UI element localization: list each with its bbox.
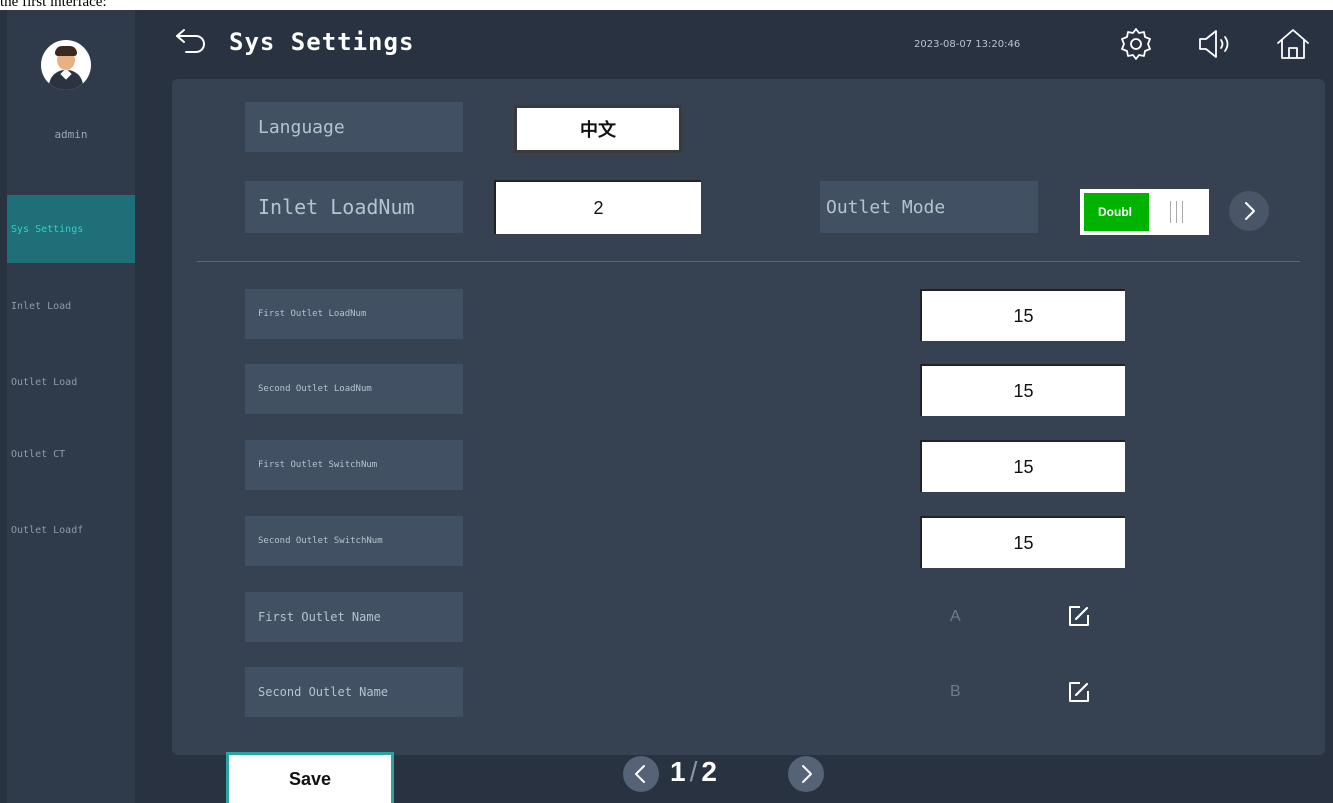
sidebar-item-sys-settings[interactable]: Sys Settings <box>7 195 135 263</box>
first-outlet-name-value: A <box>950 608 961 625</box>
outlet-mode-value: Doubl <box>1084 193 1149 231</box>
avatar[interactable] <box>41 40 91 90</box>
outlet-mode-toggle[interactable]: Doubl <box>1080 189 1209 235</box>
second-outlet-loadnum-input[interactable]: 15 <box>920 364 1125 416</box>
chevron-right-icon[interactable] <box>1229 191 1269 231</box>
app-screen: admin Sys Settings Inlet Load Outlet Loa… <box>0 10 1333 803</box>
home-icon[interactable] <box>1275 26 1311 62</box>
sidebar-item-outlet-loadf[interactable]: Outlet Loadf <box>7 496 135 564</box>
sidebar-item-outlet-load[interactable]: Outlet Load <box>7 348 135 416</box>
inlet-loadnum-label: Inlet LoadNum <box>245 181 463 233</box>
speaker-icon[interactable] <box>1196 26 1232 62</box>
page-total: 2 <box>701 756 717 787</box>
sidebar-item-inlet-load[interactable]: Inlet Load <box>7 272 135 340</box>
settings-panel: Language 中文 Inlet LoadNum 2 Outlet Mode … <box>172 79 1325 755</box>
edit-icon[interactable] <box>1066 679 1092 705</box>
language-button[interactable]: 中文 <box>514 105 682 153</box>
page-indicator: 1/2 <box>670 756 717 788</box>
back-arrow-icon[interactable] <box>174 26 208 54</box>
gear-icon[interactable] <box>1118 26 1154 62</box>
username: admin <box>54 128 88 141</box>
page-title: Sys Settings <box>229 28 415 56</box>
next-page-icon[interactable] <box>788 756 824 792</box>
save-button[interactable]: Save <box>226 752 394 803</box>
outlet-mode-label: Outlet Mode <box>820 181 1038 233</box>
sidebar-item-outlet-ct[interactable]: Outlet CT <box>7 420 135 488</box>
first-outlet-loadnum-input[interactable]: 15 <box>920 289 1125 341</box>
page-separator: / <box>689 756 698 787</box>
page-current: 1 <box>670 756 686 787</box>
second-outlet-name-value: B <box>950 683 961 700</box>
datetime: 2023-08-07 13:20:46 <box>914 39 1021 50</box>
second-outlet-switchnum-label: Second Outlet SwitchNum <box>245 516 463 566</box>
caption: the first interface: <box>0 0 107 10</box>
language-label: Language <box>245 102 463 152</box>
inlet-loadnum-input[interactable]: 2 <box>494 180 701 234</box>
first-outlet-switchnum-label: First Outlet SwitchNum <box>245 440 463 490</box>
second-outlet-switchnum-input[interactable]: 15 <box>920 516 1125 568</box>
second-outlet-name-label: Second Outlet Name <box>245 667 463 717</box>
second-outlet-loadnum-label: Second Outlet LoadNum <box>245 364 463 414</box>
first-outlet-loadnum-label: First Outlet LoadNum <box>245 289 463 339</box>
prev-page-icon[interactable] <box>623 756 659 792</box>
sidebar: admin Sys Settings Inlet Load Outlet Loa… <box>7 10 135 803</box>
edit-icon[interactable] <box>1066 603 1092 629</box>
divider <box>197 261 1300 262</box>
first-outlet-switchnum-input[interactable]: 15 <box>920 440 1125 492</box>
first-outlet-name-label: First Outlet Name <box>245 592 463 642</box>
